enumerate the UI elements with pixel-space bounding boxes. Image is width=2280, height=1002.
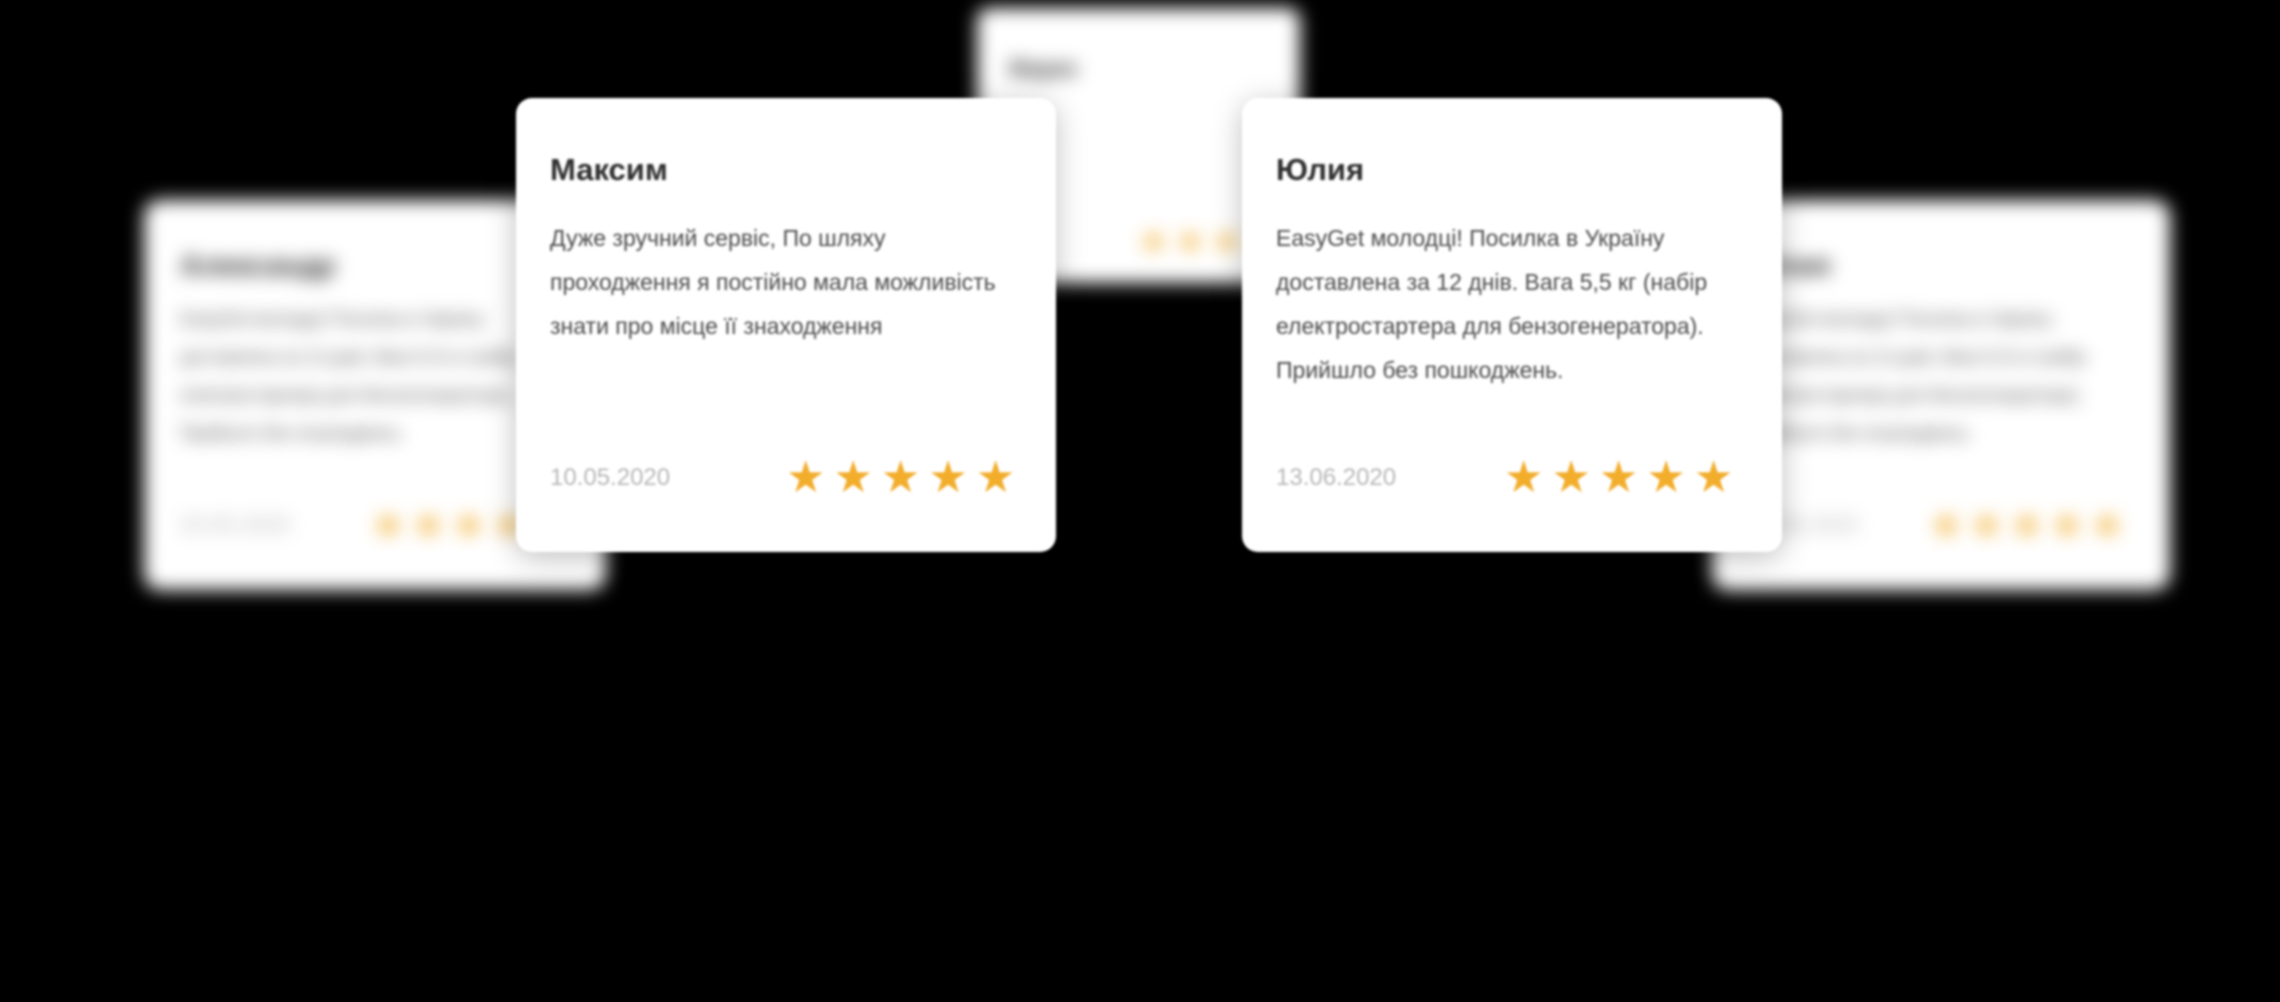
reviews-carousel: Марко ★★★★★ Александр EasyGet молодці! П… (0, 0, 2280, 1002)
rating-stars: ★★★★★ (1930, 504, 2123, 546)
star-icon: ★ (1930, 504, 1963, 545)
reviewer-name: Юлия (1276, 152, 1365, 187)
reviewer-name: Александр (180, 250, 336, 282)
review-card-yulia[interactable]: Юлия EasyGet молодці! Посилка в Україну … (1242, 98, 1782, 552)
star-icon: ★ (1693, 453, 1734, 502)
review-text: EasyGet молодці! Посилка в Україну доста… (1276, 225, 1708, 383)
star-icon: ★ (1175, 223, 1205, 259)
review-date: 13.06.2020 (1276, 464, 1397, 491)
star-icon: ★ (2010, 504, 2043, 545)
star-icon: ★ (452, 504, 485, 545)
star-icon: ★ (2050, 504, 2084, 545)
rating-stars: ★★★★★ (786, 452, 1015, 503)
star-icon: ★ (880, 453, 921, 502)
review-date: 10.05.2020 (550, 464, 671, 491)
rating-stars: ★★★★★ (1504, 452, 1733, 503)
reviewer-name: Марко (1009, 56, 1078, 81)
star-icon: ★ (1139, 223, 1168, 259)
star-icon: ★ (975, 453, 1016, 502)
star-icon: ★ (1551, 453, 1591, 502)
star-icon: ★ (928, 453, 968, 502)
star-icon: ★ (1212, 223, 1242, 259)
star-icon: ★ (1504, 453, 1544, 502)
star-icon: ★ (2091, 504, 2124, 545)
star-icon: ★ (833, 453, 873, 502)
reviewer-name: Максим (550, 152, 668, 187)
review-text: Дуже зручний сервіс, По шляху проходженн… (550, 225, 996, 339)
star-icon: ★ (786, 453, 826, 502)
review-date: 20.05.2020 (180, 512, 291, 537)
review-text: EasyGet молодці! Посилка в Україну доста… (1748, 309, 2086, 443)
star-icon: ★ (1970, 504, 2003, 545)
star-icon: ★ (1646, 453, 1686, 502)
star-icon: ★ (412, 504, 445, 545)
review-card-maxim[interactable]: Максим Дуже зручний сервіс, По шляху про… (516, 98, 1056, 552)
star-icon: ★ (372, 504, 405, 545)
star-icon: ★ (1598, 453, 1639, 502)
